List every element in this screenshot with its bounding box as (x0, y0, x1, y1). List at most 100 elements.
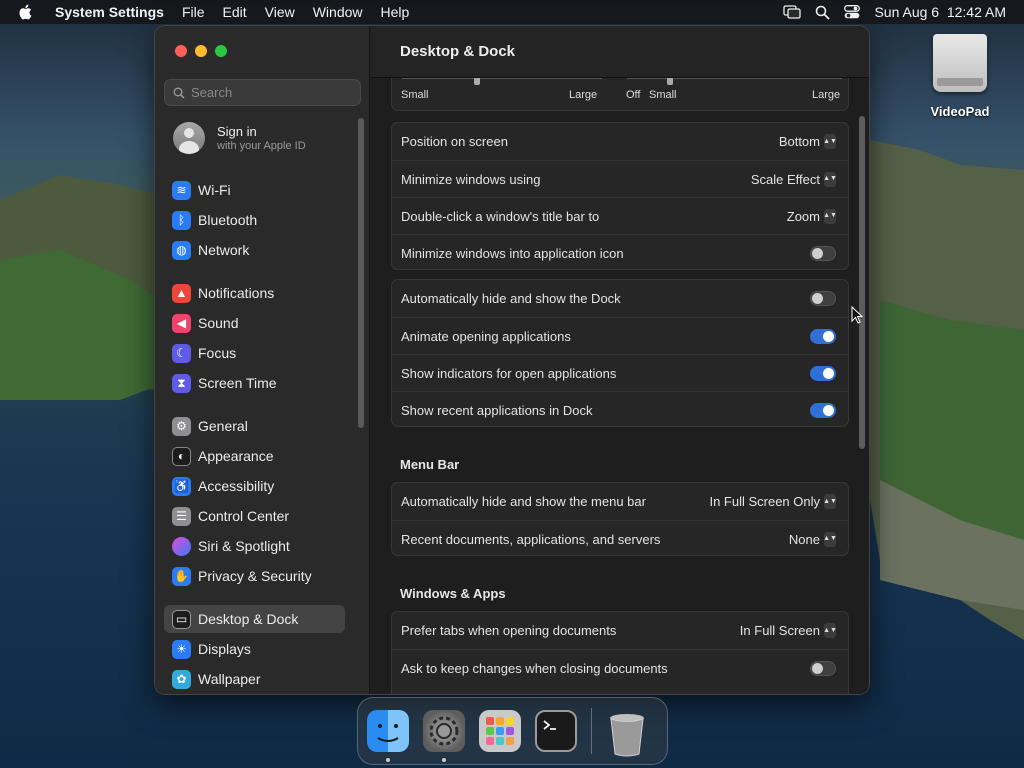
dock-app-terminal[interactable] (535, 710, 577, 752)
wifi-icon: ≋ (172, 180, 191, 200)
recent-documents-popup[interactable]: None ▲▼ (788, 531, 837, 547)
minimize-into-icon-toggle[interactable] (810, 245, 836, 261)
sidebar-item-wallpaper[interactable]: ✿ Wallpaper (164, 665, 345, 693)
autohide-dock-toggle[interactable] (810, 291, 836, 306)
sidebar-item-accessibility[interactable]: ♿ Accessibility (164, 472, 345, 500)
dock-app-system-settings[interactable] (423, 710, 465, 762)
menu-view[interactable]: View (256, 0, 304, 24)
animate-apps-toggle[interactable] (810, 328, 836, 344)
magnification-off-label: Off (626, 89, 641, 101)
menu-window[interactable]: Window (304, 0, 372, 24)
menu-bar-group: Automatically hide and show the menu bar… (391, 482, 849, 556)
menu-help[interactable]: Help (372, 0, 419, 24)
hand-icon: ✋ (172, 566, 191, 586)
animate-apps-label: Animate opening applications (401, 328, 571, 344)
minimize-effect-popup[interactable]: Scale Effect ▲▼ (750, 171, 837, 187)
show-indicators-toggle[interactable] (810, 365, 836, 381)
spotlight-search-icon[interactable] (815, 5, 831, 20)
sidebar-item-screen-time[interactable]: ⧗ Screen Time (164, 369, 345, 397)
terminal-icon (543, 720, 556, 730)
hourglass-icon: ⧗ (172, 373, 191, 393)
dock-app-launchpad[interactable] (479, 710, 521, 752)
sidebar-item-focus[interactable]: ☾ Focus (164, 339, 345, 367)
dock-icon: ▭ (172, 609, 191, 629)
double-click-row: Double-click a window's title bar to Zoo… (392, 197, 848, 234)
screen-mirroring-icon[interactable] (783, 5, 802, 19)
sidebar-item-control-center[interactable]: ☰ Control Center (164, 502, 345, 530)
moon-icon: ☾ (172, 343, 191, 363)
sidebar-item-sound[interactable]: ◀ Sound (164, 309, 345, 337)
sidebar-item-label: Screen Time (198, 375, 277, 391)
main-pane: Small Large Off Small Large Desktop & Do… (371, 26, 869, 694)
popup-value: Bottom (778, 134, 820, 149)
minimize-effect-row: Minimize windows using Scale Effect ▲▼ (392, 160, 848, 197)
minimize-button[interactable] (195, 45, 207, 57)
prefer-tabs-label: Prefer tabs when opening documents (401, 623, 617, 638)
gear-icon: ⚙ (172, 416, 191, 436)
launchpad-grid-icon (486, 717, 514, 745)
window-controls (175, 45, 227, 57)
sidebar-item-general[interactable]: ⚙ General (164, 412, 345, 440)
menu-edit[interactable]: Edit (214, 0, 256, 24)
sidebar-scrollbar[interactable] (358, 118, 364, 428)
position-popup[interactable]: Bottom ▲▼ (778, 134, 837, 149)
content-titlebar: Desktop & Dock (371, 26, 869, 78)
sidebar-item-label: Siri & Spotlight (198, 538, 290, 554)
mouse-cursor-icon (851, 306, 863, 324)
sun-icon: ☀ (172, 639, 191, 659)
control-center-icon: ☰ (172, 506, 191, 526)
dock-trash[interactable] (606, 710, 648, 757)
settings-window: Sign in with your Apple ID ≋ Wi-Fi ᛒ Blu… (154, 25, 870, 695)
chevron-up-down-icon: ▲▼ (823, 171, 837, 187)
menu-file[interactable]: File (173, 0, 214, 24)
sidebar-item-wifi[interactable]: ≋ Wi-Fi (164, 176, 345, 204)
gear-icon (429, 716, 459, 746)
apple-id-signin[interactable]: Sign in with your Apple ID (173, 122, 306, 154)
apple-icon[interactable] (18, 3, 34, 21)
sidebar-item-siri-spotlight[interactable]: Siri & Spotlight (164, 532, 345, 560)
recent-apps-toggle[interactable] (810, 402, 836, 418)
menu-clock[interactable]: Sun Aug 6 12:42 AM (874, 4, 1006, 20)
sidebar-item-privacy-security[interactable]: ✋ Privacy & Security (164, 562, 345, 590)
prefer-tabs-popup[interactable]: In Full Screen ▲▼ (740, 623, 837, 638)
sidebar-item-desktop-dock[interactable]: ▭ Desktop & Dock (164, 605, 345, 633)
sidebar-item-network[interactable]: ◍ Network (164, 236, 345, 264)
chevron-up-down-icon: ▲▼ (823, 208, 837, 224)
show-indicators-row: Show indicators for open applications (392, 354, 848, 391)
popup-value: Scale Effect (750, 171, 820, 187)
bluetooth-icon: ᛒ (172, 210, 191, 230)
autohide-menubar-popup[interactable]: In Full Screen Only ▲▼ (709, 494, 837, 509)
autohide-menubar-label: Automatically hide and show the menu bar (401, 494, 646, 509)
dock-app-finder[interactable] (367, 710, 409, 762)
sidebar-item-label: Wi-Fi (198, 182, 231, 198)
sidebar-item-label: Privacy & Security (198, 568, 312, 584)
sidebar-item-label: Notifications (198, 285, 275, 301)
popup-value: None (788, 531, 820, 547)
sidebar-search (164, 79, 361, 106)
search-input[interactable] (191, 85, 351, 100)
control-center-icon[interactable] (844, 5, 861, 19)
sidebar-item-notifications[interactable]: ▲ Notifications (164, 279, 345, 307)
bell-icon: ▲ (172, 283, 191, 303)
sidebar-item-displays[interactable]: ☀ Displays (164, 635, 345, 663)
menu-app-name[interactable]: System Settings (46, 0, 173, 24)
sidebar-item-label: Displays (198, 641, 251, 657)
sidebar-item-bluetooth[interactable]: ᛒ Bluetooth (164, 206, 345, 234)
chevron-up-down-icon: ▲▼ (823, 494, 837, 509)
autohide-dock-row: Automatically hide and show the Dock (392, 280, 848, 317)
sidebar-item-appearance[interactable]: ◐ Appearance (164, 442, 345, 470)
popup-value: In Full Screen Only (709, 494, 820, 509)
desktop-drive-videopad[interactable]: VideoPad (920, 34, 1000, 119)
position-label: Position on screen (401, 134, 508, 149)
signin-title: Sign in (217, 124, 257, 139)
recent-apps-label: Show recent applications in Dock (401, 402, 593, 418)
close-button[interactable] (175, 45, 187, 57)
magnification-max-label: Large (812, 89, 841, 101)
double-click-popup[interactable]: Zoom ▲▼ (787, 208, 837, 224)
menu-bar-heading: Menu Bar (400, 457, 460, 472)
zoom-button[interactable] (215, 45, 227, 57)
signin-subtitle: with your Apple ID (217, 140, 306, 152)
desktop-icon-label: VideoPad (930, 104, 990, 119)
ask-keep-changes-toggle[interactable] (810, 660, 836, 676)
content-scrollbar[interactable] (859, 116, 865, 449)
